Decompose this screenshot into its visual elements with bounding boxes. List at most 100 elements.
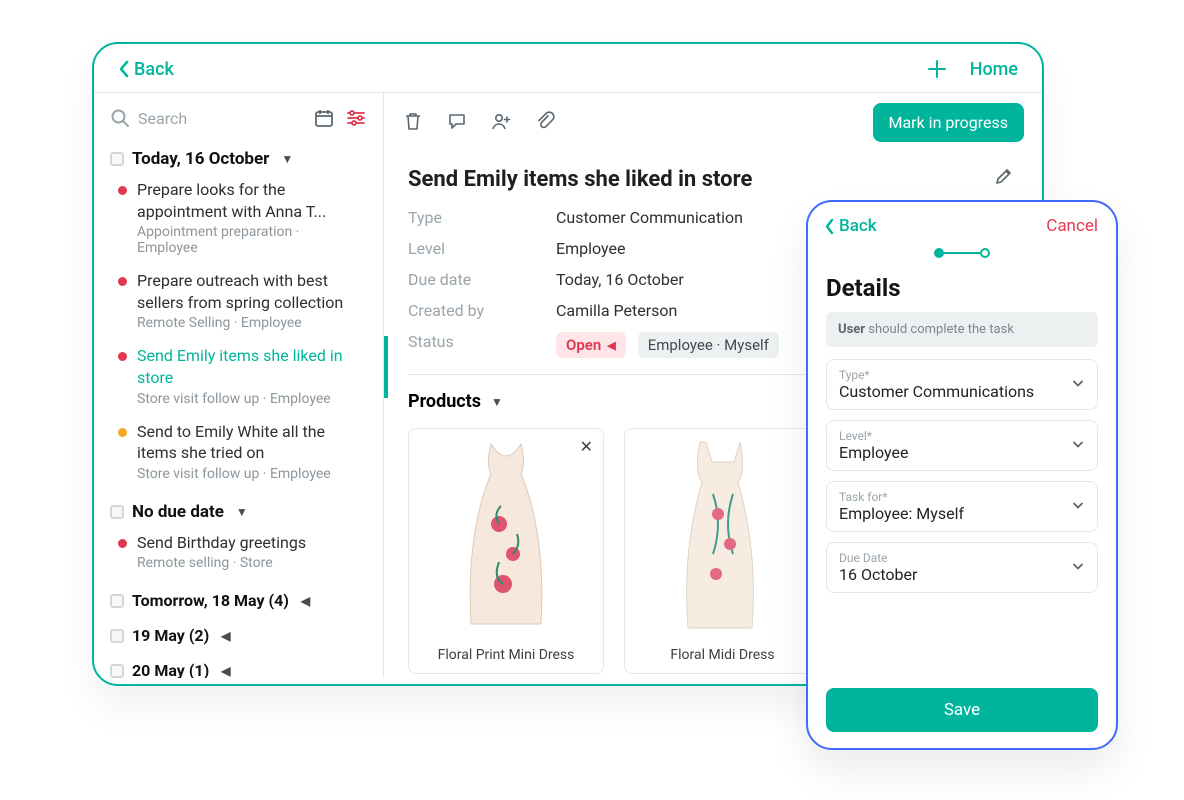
product-card[interactable]: ✕ Floral Print Mini Dress [408,428,604,674]
group-heading: 19 May (2) [132,626,209,645]
assign-button[interactable] [490,110,512,136]
checkbox-icon [110,629,124,643]
label-createdby: Created by [408,301,556,320]
task-item-selected[interactable]: Send Emily items she liked in store Stor… [102,341,375,416]
group-heading: No due date [132,502,224,522]
task-meta: Appointment preparation · Employee [137,224,359,256]
group-heading: Today, 16 October [132,149,269,169]
search-input[interactable]: Search [110,108,303,128]
home-link[interactable]: Home [970,59,1018,80]
filter-button[interactable] [345,107,367,129]
sidebar: Search Today, 16 [94,92,384,678]
task-meta: Remote Selling · Employee [137,315,359,331]
pencil-icon [994,166,1014,186]
add-button[interactable] [926,58,948,80]
task-meta: Store visit follow up · Employee [137,466,359,482]
phone-cancel-button[interactable]: Cancel [1046,216,1098,236]
group-header-collapsed[interactable]: 20 May (1) ◀ [94,651,375,678]
edit-button[interactable] [994,166,1014,192]
status-dot-icon [118,428,127,437]
tablet-topbar: Back Home [94,44,1042,92]
group-heading: 20 May (1) [132,661,209,678]
label-level: Level [408,239,556,258]
chevron-left-icon [824,218,835,235]
field-label: Level* [839,429,1085,443]
checkbox-icon [110,505,124,519]
group-header-collapsed[interactable]: Tomorrow, 18 May (4) ◀ [94,581,375,616]
task-meta: Store visit follow up · Employee [137,391,359,407]
delete-button[interactable] [402,110,424,136]
field-level[interactable]: Level* Employee [826,420,1098,471]
comment-button[interactable] [446,110,468,136]
status-chip-who[interactable]: Employee · Myself [638,332,779,358]
attach-button[interactable] [534,110,556,136]
value-type: Customer Communication [556,208,743,227]
stepper [808,244,1116,268]
group-header[interactable]: Today, 16 October ▼ [94,139,375,175]
back-button[interactable]: Back [118,59,174,80]
hint-bold: User [838,322,865,337]
checkbox-icon [110,152,124,166]
group-header-collapsed[interactable]: 19 May (2) ◀ [94,616,375,651]
checkbox-icon [110,664,124,678]
product-name: Floral Midi Dress [670,647,774,663]
field-type[interactable]: Type* Customer Communications [826,359,1098,410]
chat-icon [446,110,468,132]
field-label: Task for* [839,490,1085,504]
phone-back-button[interactable]: Back [824,216,877,236]
chevron-down-icon [1071,497,1085,516]
task-item[interactable]: Prepare outreach with best sellers from … [102,266,375,341]
step-dot-active [934,248,944,258]
field-value: Customer Communications [839,382,1085,401]
field-label: Due Date [839,551,1085,565]
sliders-icon [345,107,367,129]
task-item[interactable]: Prepare looks for the appointment with A… [102,175,375,266]
task-title: Prepare looks for the appointment with A… [137,179,359,222]
chevron-left-icon [118,60,130,78]
mark-in-progress-button[interactable]: Mark in progress [873,103,1025,142]
chip-label: Open [566,336,601,354]
product-card[interactable]: Floral Midi Dress [624,428,820,674]
status-dot-icon [118,186,127,195]
products-heading[interactable]: Products▼ [408,391,503,412]
product-image [409,429,603,639]
task-meta: Remote selling · Store [137,555,359,571]
user-plus-icon [490,110,512,132]
checkbox-icon [110,594,124,608]
field-label: Type* [839,368,1085,382]
label-status: Status [408,332,556,358]
field-due-date[interactable]: Due Date 16 October [826,542,1098,593]
task-item[interactable]: Send to Emily White all the items she tr… [102,417,375,492]
caret-down-icon: ▼ [491,395,503,409]
status-chip-open[interactable]: Open◀ [556,332,626,358]
caret-left-icon: ◀ [221,629,230,643]
product-name: Floral Print Mini Dress [438,647,575,663]
dress-icon [451,434,561,634]
paperclip-icon [534,110,556,132]
calendar-button[interactable] [313,107,335,129]
group-header[interactable]: No due date ▼ [94,492,375,528]
label-type: Type [408,208,556,227]
save-button[interactable]: Save [826,688,1098,732]
value-due: Today, 16 October [556,270,684,289]
step-dot [980,248,990,258]
chevron-down-icon [1071,558,1085,577]
detail-title: Send Emily items she liked in store [408,167,752,192]
task-title: Send Emily items she liked in store [137,345,359,388]
value-level: Employee [556,239,625,258]
product-image [625,429,820,639]
caret-left-icon: ◀ [221,664,230,678]
task-title: Send to Emily White all the items she tr… [137,421,359,464]
phone-hint: User should complete the task [826,312,1098,347]
field-task-for[interactable]: Task for* Employee: Myself [826,481,1098,532]
step-line [944,252,980,254]
value-createdby: Camilla Peterson [556,301,677,320]
trash-icon [402,110,424,132]
remove-product-button[interactable]: ✕ [580,437,593,456]
task-item[interactable]: Send Birthday greetings Remote selling ·… [102,528,375,582]
task-title: Prepare outreach with best sellers from … [137,270,359,313]
task-title: Send Birthday greetings [137,532,306,554]
phone-back-label: Back [839,216,877,236]
dress-icon [668,434,778,634]
status-dot-icon [118,539,127,548]
